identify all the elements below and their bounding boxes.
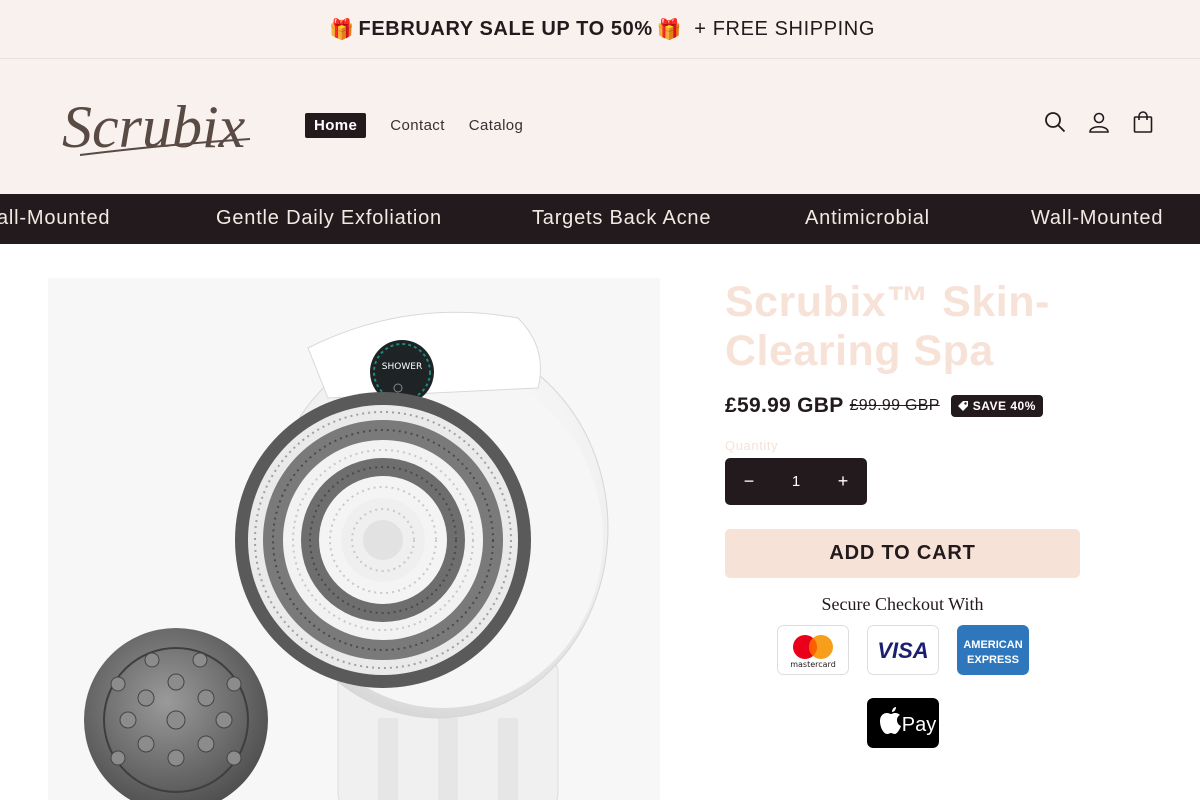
secure-checkout-label: Secure Checkout With — [821, 594, 984, 614]
gift-icon: 🎁 — [656, 18, 683, 41]
marquee-item: all-Mounted — [0, 207, 111, 229]
marquee-item: Wall-Mounted — [1031, 207, 1164, 229]
feature-marquee: all-Mounted Gentle Daily Exfoliation Tar… — [0, 194, 1200, 244]
tag-icon — [957, 401, 968, 411]
account-icon[interactable] — [1088, 111, 1110, 133]
product-photo: SHOWER — [84, 311, 609, 800]
announcement-sale-text: FEBRUARY SALE UP TO 50% — [358, 17, 653, 40]
announcement-shipping-text: + FREE SHIPPING — [694, 17, 875, 40]
site-header: Scrubix Home Contact Catalog — [0, 59, 1200, 194]
main-nav: Home Contact Catalog — [305, 113, 535, 138]
svg-text:SHOWER: SHOWER — [382, 362, 422, 372]
svg-text:Pay: Pay — [902, 714, 936, 736]
quantity-decrease-button[interactable]: − — [733, 466, 765, 498]
visa-icon: VISA — [867, 625, 939, 675]
quantity-label: Quantity — [725, 438, 779, 453]
announcement-bar: 🎁 FEBRUARY SALE UP TO 50% 🎁 + FREE SHIPP… — [0, 0, 1200, 59]
header-icons — [1044, 111, 1154, 133]
svg-text:AMERICAN: AMERICAN — [963, 639, 1022, 651]
sale-badge-label: SAVE 40% — [972, 399, 1036, 413]
cart-icon[interactable] — [1132, 111, 1154, 133]
nav-contact[interactable]: Contact — [378, 113, 457, 138]
compare-price: £99.99 GBP — [849, 397, 940, 414]
search-icon[interactable] — [1044, 111, 1066, 133]
add-to-cart-button[interactable]: ADD TO CART — [725, 529, 1080, 578]
marquee-item: Gentle Daily Exfoliation — [216, 207, 442, 229]
svg-text:VISA: VISA — [877, 638, 928, 663]
amex-icon: AMERICAN EXPRESS — [957, 625, 1029, 675]
svg-text:EXPRESS: EXPRESS — [967, 654, 1019, 666]
quantity-stepper: − 1 + — [725, 458, 867, 505]
nav-home[interactable]: Home — [305, 113, 367, 138]
quantity-increase-button[interactable]: + — [827, 466, 859, 498]
quantity-input[interactable]: 1 — [792, 473, 800, 490]
product-title: Scrubix™ Skin-Clearing Spa — [725, 278, 1050, 375]
gift-icon: 🎁 — [329, 18, 355, 41]
sale-badge: SAVE 40% — [950, 395, 1043, 417]
sale-price: £59.99 GBP — [725, 394, 844, 417]
marquee-item: Targets Back Acne — [532, 207, 712, 229]
svg-text:mastercard: mastercard — [790, 660, 836, 669]
nav-catalog[interactable]: Catalog — [457, 113, 536, 138]
product-image[interactable]: SHOWER — [48, 278, 660, 800]
marquee-item: Antimicrobial — [805, 207, 930, 229]
svg-text:Scrubix: Scrubix — [62, 94, 246, 160]
mastercard-icon: mastercard — [777, 625, 849, 675]
product-info: Scrubix™ Skin-Clearing Spa £59.99 GBP £9… — [725, 278, 1085, 614]
price-row: £59.99 GBP £99.99 GBP SAVE 40% — [725, 394, 1043, 418]
apple-pay-icon: Pay — [867, 698, 939, 748]
logo[interactable]: Scrubix — [60, 87, 260, 167]
